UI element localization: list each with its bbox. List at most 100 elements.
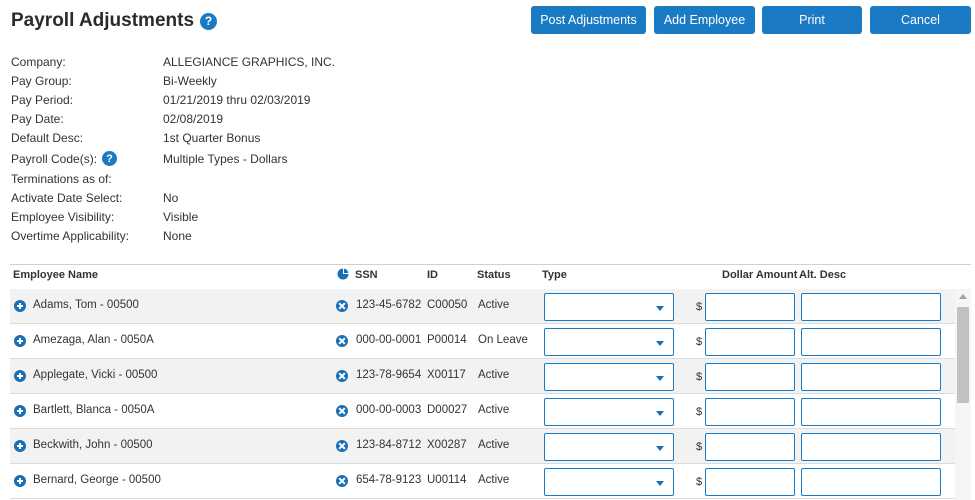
employee-name: Adams, Tom - 00500 xyxy=(33,299,139,311)
employee-id: P00014 xyxy=(427,334,467,346)
alt-desc-input[interactable] xyxy=(801,363,941,391)
employee-ssn: 123-84-8712 xyxy=(356,439,422,451)
type-select[interactable] xyxy=(544,468,674,496)
currency-symbol: $ xyxy=(696,476,703,488)
employee-status: On Leave xyxy=(478,334,528,346)
chevron-down-icon xyxy=(656,341,664,346)
column-header-employee-name[interactable]: Employee Name xyxy=(13,269,98,281)
remove-employee-icon[interactable] xyxy=(336,440,348,452)
type-select[interactable] xyxy=(544,398,674,426)
employee-name: Bartlett, Blanca - 0050A xyxy=(33,404,155,416)
remove-employee-icon[interactable] xyxy=(336,370,348,382)
type-select[interactable] xyxy=(544,328,674,356)
table-row: Bernard, George - 00500 654-78-9123 U001… xyxy=(10,464,955,499)
remove-employee-icon[interactable] xyxy=(336,300,348,312)
post-adjustments-button[interactable]: Post Adjustments xyxy=(531,6,646,34)
dollar-amount-input[interactable] xyxy=(705,433,795,461)
employee-status: Active xyxy=(478,474,510,486)
table-row: Amezaga, Alan - 0050A 000-00-0001 P00014… xyxy=(10,324,955,359)
info-label: Terminations as of: xyxy=(11,172,112,186)
info-label: Pay Date: xyxy=(11,112,64,126)
info-label: Activate Date Select: xyxy=(11,191,123,205)
dollar-amount-input[interactable] xyxy=(705,468,795,496)
employee-id: X00117 xyxy=(427,369,466,381)
table-row: Applegate, Vicki - 00500 123-78-9654 X00… xyxy=(10,359,955,394)
alt-desc-input[interactable] xyxy=(801,293,941,321)
type-select[interactable] xyxy=(544,433,674,461)
pie-chart-icon[interactable] xyxy=(337,268,349,280)
dollar-amount-input[interactable] xyxy=(705,398,795,426)
chevron-down-icon xyxy=(656,411,664,416)
info-value: Visible xyxy=(163,210,199,224)
column-header-id[interactable]: ID xyxy=(427,269,438,281)
page-header: Payroll Adjustments ? Post Adjustments A… xyxy=(0,0,975,44)
info-value: Multiple Types - Dollars xyxy=(163,151,288,166)
expand-plus-icon[interactable] xyxy=(14,405,26,417)
info-label: Default Desc: xyxy=(11,131,84,145)
info-value: ALLEGIANCE GRAPHICS, INC. xyxy=(163,55,336,69)
expand-plus-icon[interactable] xyxy=(14,475,26,487)
remove-employee-icon[interactable] xyxy=(336,475,348,487)
type-select[interactable] xyxy=(544,293,674,321)
employee-status: Active xyxy=(478,439,510,451)
column-header-type[interactable]: Type xyxy=(542,269,567,281)
info-value: 1st Quarter Bonus xyxy=(163,131,261,145)
info-value: 01/21/2019 thru 02/03/2019 xyxy=(163,93,311,107)
dollar-amount-input[interactable] xyxy=(705,363,795,391)
chevron-down-icon xyxy=(656,376,664,381)
expand-plus-icon[interactable] xyxy=(14,300,26,312)
info-label: Pay Period: xyxy=(11,93,74,107)
scroll-up-arrow-icon[interactable] xyxy=(959,294,967,299)
employee-ssn: 654-78-9123 xyxy=(356,474,422,486)
info-value: No xyxy=(163,191,179,205)
info-value: Bi-Weekly xyxy=(163,74,217,88)
alt-desc-input[interactable] xyxy=(801,468,941,496)
expand-plus-icon[interactable] xyxy=(14,335,26,347)
info-row-pay-period: Pay Period: 01/21/2019 thru 02/03/2019 xyxy=(11,93,411,107)
alt-desc-input[interactable] xyxy=(801,433,941,461)
info-row-company: Company: ALLEGIANCE GRAPHICS, INC. xyxy=(11,55,411,69)
dollar-amount-input[interactable] xyxy=(705,328,795,356)
remove-employee-icon[interactable] xyxy=(336,405,348,417)
info-row-overtime: Overtime Applicability: None xyxy=(11,229,411,243)
cancel-button[interactable]: Cancel xyxy=(870,6,971,34)
employee-name: Bernard, George - 00500 xyxy=(33,474,161,486)
info-row-pay-group: Pay Group: Bi-Weekly xyxy=(11,74,411,88)
column-header-dollar-amount[interactable]: Dollar Amount xyxy=(722,269,797,281)
column-header-status[interactable]: Status xyxy=(477,269,511,281)
employee-status: Active xyxy=(478,299,510,311)
column-header-ssn[interactable]: SSN xyxy=(355,269,378,281)
employee-name: Applegate, Vicki - 00500 xyxy=(33,369,158,381)
add-employee-button[interactable]: Add Employee xyxy=(654,6,755,34)
chevron-down-icon xyxy=(656,446,664,451)
expand-plus-icon[interactable] xyxy=(14,370,26,382)
type-select[interactable] xyxy=(544,363,674,391)
table-scrollbar[interactable] xyxy=(955,289,971,500)
employee-id: C00050 xyxy=(427,299,468,311)
expand-plus-icon[interactable] xyxy=(14,440,26,452)
employee-name: Amezaga, Alan - 0050A xyxy=(33,334,154,346)
dollar-amount-input[interactable] xyxy=(705,293,795,321)
scrollbar-thumb[interactable] xyxy=(957,307,969,403)
info-row-payroll-codes: Payroll Code(s): ? Multiple Types - Doll… xyxy=(11,151,411,166)
page-title: Payroll Adjustments ? xyxy=(11,10,218,32)
table-row: Bartlett, Blanca - 0050A 000-00-0003 D00… xyxy=(10,394,955,429)
currency-symbol: $ xyxy=(696,406,703,418)
info-label: Employee Visibility: xyxy=(11,210,115,224)
payroll-code-help-icon[interactable]: ? xyxy=(102,151,118,166)
alt-desc-input[interactable] xyxy=(801,398,941,426)
column-header-alt-desc[interactable]: Alt. Desc xyxy=(799,269,846,281)
employee-ssn: 123-78-9654 xyxy=(356,369,422,381)
employee-ssn: 000-00-0003 xyxy=(356,404,422,416)
table-row: Beckwith, John - 00500 123-84-8712 X0028… xyxy=(10,429,955,464)
remove-employee-icon[interactable] xyxy=(336,335,348,347)
info-row-activate-date: Activate Date Select: No xyxy=(11,191,411,205)
print-button[interactable]: Print xyxy=(762,6,862,34)
info-label: Pay Group: xyxy=(11,74,72,88)
help-icon[interactable]: ? xyxy=(200,12,218,30)
employee-ssn: 000-00-0001 xyxy=(356,334,422,346)
alt-desc-input[interactable] xyxy=(801,328,941,356)
info-value: None xyxy=(163,229,192,243)
currency-symbol: $ xyxy=(696,336,703,348)
employee-id: U00114 xyxy=(427,474,467,486)
